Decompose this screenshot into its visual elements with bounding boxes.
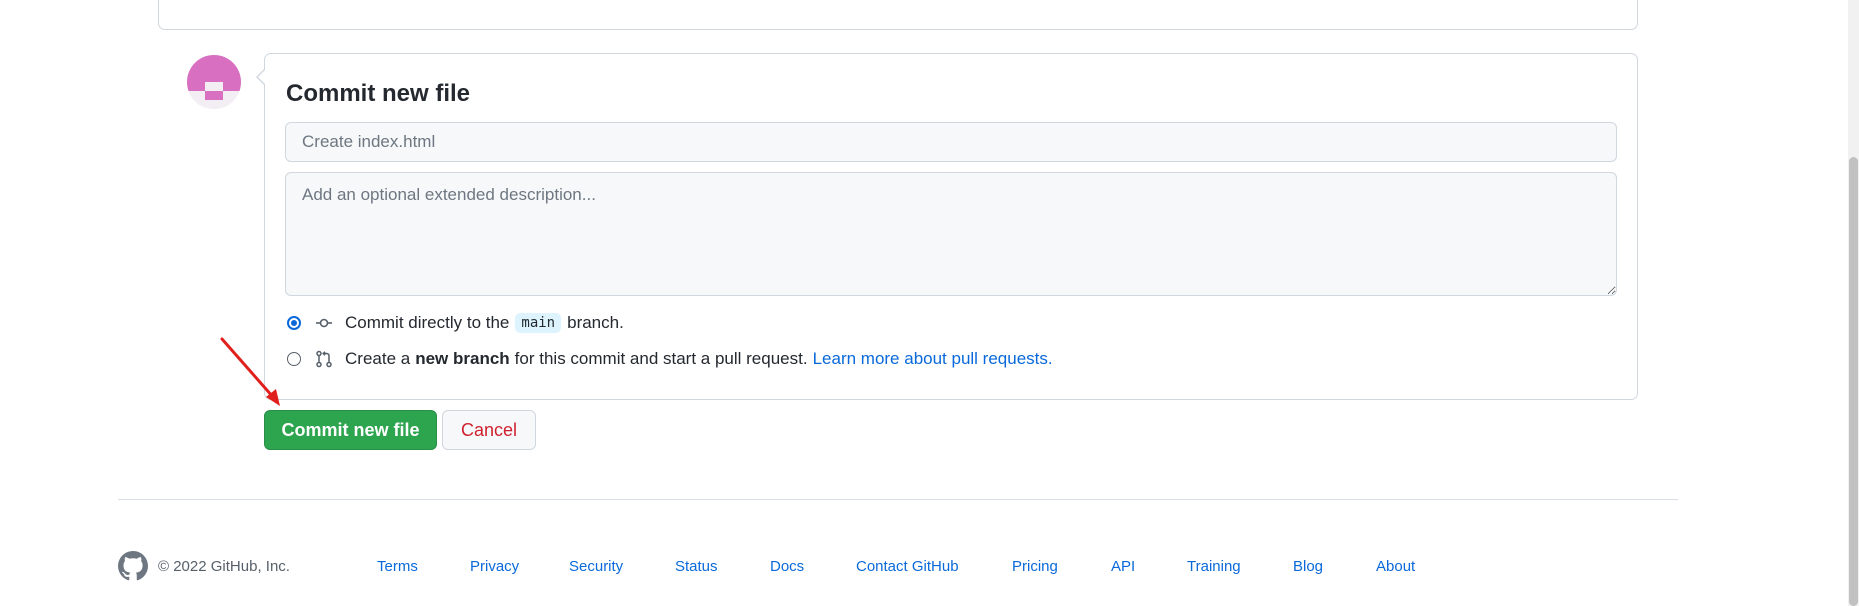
footer-link-security[interactable]: Security [569, 558, 623, 575]
github-logo-icon[interactable] [118, 551, 148, 581]
commit-form-box: Commit new file Commit directly to the m… [256, 53, 1638, 400]
page-scrollbar-thumb[interactable] [1849, 157, 1858, 606]
footer-link-docs[interactable]: Docs [770, 558, 804, 575]
footer-link-about[interactable]: About [1376, 558, 1415, 575]
footer-copyright: © 2022 GitHub, Inc. [158, 558, 290, 575]
git-pull-request-icon [315, 350, 333, 368]
git-commit-icon [315, 314, 333, 332]
commit-direct-option[interactable]: Commit directly to the main branch. [285, 310, 624, 336]
commit-new-file-button[interactable]: Commit new file [264, 410, 437, 450]
footer-divider [118, 499, 1678, 500]
annotation-arrow-icon [220, 337, 280, 406]
create-branch-suffix: for this commit and start a pull request… [514, 349, 808, 368]
commit-summary-input[interactable] [285, 122, 1617, 162]
footer-link-training[interactable]: Training [1187, 558, 1241, 575]
cancel-button[interactable]: Cancel [442, 410, 536, 450]
previous-editor-panel [158, 0, 1638, 30]
commit-direct-prefix: Commit directly to the [345, 313, 510, 332]
create-branch-bold: new branch [415, 349, 510, 368]
create-branch-option[interactable]: Create a new branch for this commit and … [285, 346, 1053, 372]
branch-name: main [515, 313, 562, 333]
avatar [187, 55, 241, 109]
footer-link-api[interactable]: API [1111, 558, 1135, 575]
footer-link-blog[interactable]: Blog [1293, 558, 1323, 575]
footer-link-privacy[interactable]: Privacy [470, 558, 519, 575]
create-branch-prefix: Create a [345, 349, 411, 368]
learn-more-pull-requests-link[interactable]: Learn more about pull requests. [813, 349, 1053, 369]
footer-link-terms[interactable]: Terms [377, 558, 418, 575]
create-branch-radio[interactable] [287, 352, 301, 366]
commit-title: Commit new file [286, 80, 471, 107]
speech-caret-fill [258, 69, 266, 85]
identicon-image [187, 55, 241, 109]
footer-link-pricing[interactable]: Pricing [1012, 558, 1058, 575]
footer-link-contact-github[interactable]: Contact GitHub [856, 558, 959, 575]
footer-link-status[interactable]: Status [675, 558, 718, 575]
commit-direct-suffix: branch. [567, 313, 624, 332]
commit-direct-radio[interactable] [287, 316, 301, 330]
page-scrollbar-track[interactable] [1848, 0, 1859, 606]
commit-description-textarea[interactable] [285, 172, 1617, 296]
